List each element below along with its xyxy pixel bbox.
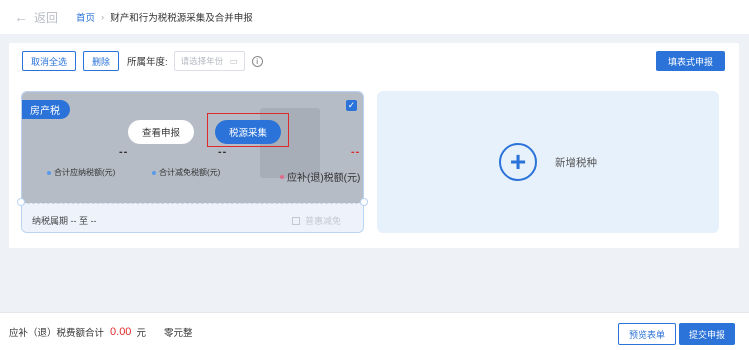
year-label: 所属年度:: [127, 57, 168, 68]
dot-icon: [280, 174, 284, 179]
tax-card-footer: 纳税属期 -- 至 -- 普惠减免: [22, 203, 363, 232]
add-tax-type-card[interactable]: + 新增税种: [377, 91, 719, 233]
breadcrumb-current: 财产和行为税税源采集及合并申报: [110, 13, 253, 24]
back-button[interactable]: ← 返回: [14, 9, 58, 26]
reduction-label: 普惠减免: [305, 216, 342, 226]
year-placeholder: 请选择年份: [180, 56, 224, 66]
year-picker[interactable]: 请选择年份 ▭: [173, 51, 245, 71]
toolbar: 取消全选 删除 所属年度: 请选择年份 ▭ i: [22, 51, 263, 71]
add-tax-type-label: 新增税种: [555, 156, 597, 169]
checkbox-icon: [292, 216, 300, 225]
breadcrumb-separator: ›: [101, 11, 105, 23]
highlight-box: [207, 113, 289, 147]
total-in-words: 零元整: [163, 327, 193, 339]
total-value: 0.00: [110, 325, 132, 338]
total-unit: 元: [136, 327, 146, 339]
inclusive-reduction: 普惠减免: [292, 214, 341, 227]
tax-period: 纳税属期 -- 至 --: [32, 216, 97, 226]
card-notch-left: [17, 198, 25, 206]
arrow-left-icon: ←: [14, 9, 28, 25]
dot-icon: [152, 170, 156, 175]
card-notch-right: [360, 198, 368, 206]
tax-card-property: 房产税 ✓ 查看申报 税源采集 -- -- -- 合计应纳税额(元) 合计减免税…: [21, 91, 364, 233]
metric-label: 合计减免税额(元): [159, 168, 221, 177]
payable-value: --: [119, 146, 129, 158]
fill-form-button[interactable]: 填表式申报: [655, 51, 725, 71]
deselect-all-button[interactable]: 取消全选: [22, 51, 77, 71]
total-label: 应补（退）税费额合计: [9, 327, 105, 339]
breadcrumb-home[interactable]: 首页: [76, 10, 95, 24]
back-label: 返回: [34, 10, 59, 25]
metric-label: 应补(退)税额(元): [287, 173, 361, 184]
preview-form-button[interactable]: 预览表单: [617, 323, 676, 345]
metric-label: 合计应纳税额(元): [54, 168, 116, 177]
card-checkbox[interactable]: ✓: [346, 100, 357, 111]
calendar-icon: ▭: [229, 55, 238, 66]
submit-declaration-button[interactable]: 提交申报: [678, 323, 735, 345]
metric-reduction: 合计减免税额(元): [152, 167, 220, 178]
tax-type-tag: 房产税: [22, 100, 70, 119]
top-bar: ← 返回 首页 › 财产和行为税税源采集及合并申报: [0, 0, 749, 34]
reduction-value: --: [218, 146, 228, 158]
info-icon[interactable]: i: [251, 55, 263, 67]
main-panel: 取消全选 删除 所属年度: 请选择年份 ▭ i 填表式申报 房产税 ✓ 查看申报…: [9, 43, 739, 248]
delete-button[interactable]: 删除: [83, 51, 120, 71]
refund-value: --: [351, 146, 361, 158]
dot-icon: [47, 170, 51, 175]
metric-payable: 合计应纳税额(元): [47, 167, 115, 178]
breadcrumb: 首页 › 财产和行为税税源采集及合并申报: [76, 10, 253, 25]
tax-card-body: 房产税 ✓ 查看申报 税源采集 -- -- -- 合计应纳税额(元) 合计减免税…: [22, 92, 363, 203]
view-report-button[interactable]: 查看申报: [128, 120, 194, 144]
footer-bar: 应补（退）税费额合计 0.00 元 零元整 预览表单 提交申报: [0, 312, 749, 350]
plus-icon: +: [499, 143, 537, 181]
metric-refund: 应补(退)税额(元): [280, 169, 360, 184]
